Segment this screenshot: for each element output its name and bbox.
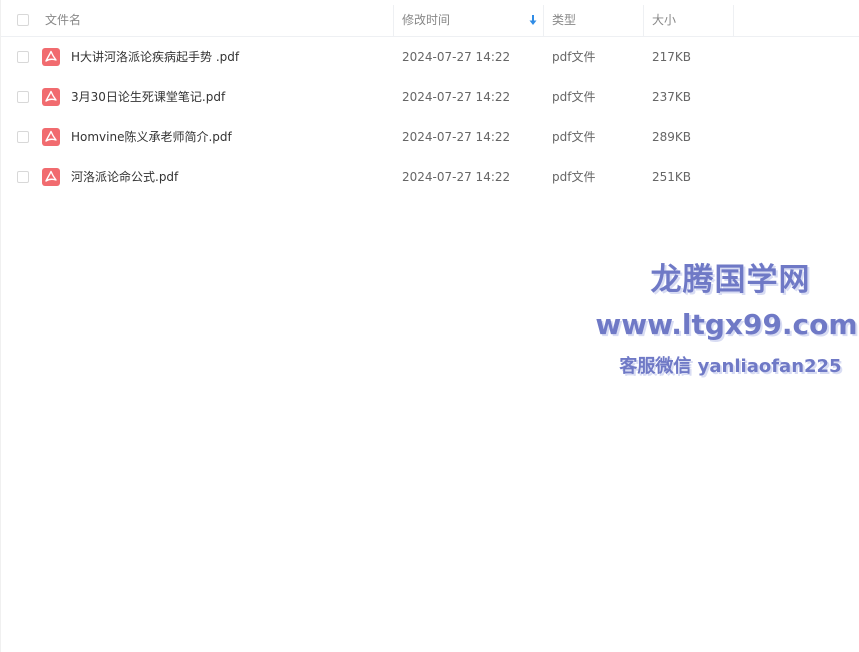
file-modified-time: 2024-07-27 14:22 — [402, 130, 511, 144]
pdf-file-icon — [42, 128, 60, 146]
column-divider[interactable] — [643, 5, 644, 36]
file-name[interactable]: Homvine陈义承老师简介.pdf — [71, 117, 232, 157]
row-checkbox[interactable] — [17, 131, 29, 143]
file-size: 251KB — [652, 170, 692, 184]
watermark-contact: 客服微信 yanliaofan225 — [619, 356, 842, 377]
file-type: pdf文件 — [552, 130, 596, 144]
table-row[interactable]: H大讲河洛派论疾病起手势 .pdf 2024-07-27 14:22 pdf文件… — [1, 37, 859, 77]
watermark-title: 龙腾国学网 — [650, 262, 811, 298]
file-size: 237KB — [652, 90, 692, 104]
table-header: 文件名 修改时间 类型 大小 — [1, 5, 859, 37]
column-divider[interactable] — [543, 5, 544, 36]
row-checkbox[interactable] — [17, 171, 29, 183]
table-row[interactable]: Homvine陈义承老师简介.pdf 2024-07-27 14:22 pdf文… — [1, 117, 859, 157]
file-name[interactable]: H大讲河洛派论疾病起手势 .pdf — [71, 37, 239, 77]
file-type: pdf文件 — [552, 90, 596, 104]
column-header-modified[interactable]: 修改时间 — [402, 5, 543, 36]
row-checkbox[interactable] — [17, 51, 29, 63]
table-row[interactable]: 河洛派论命公式.pdf 2024-07-27 14:22 pdf文件 251KB — [1, 157, 859, 197]
file-list-page: 文件名 修改时间 类型 大小 H大讲河洛派论疾病起手势 .pdf 2024-07… — [0, 0, 859, 652]
pdf-file-icon — [42, 168, 60, 186]
file-modified-time: 2024-07-27 14:22 — [402, 90, 511, 104]
row-checkbox[interactable] — [17, 91, 29, 103]
watermark: 龙腾国学网 www.ltgx99.com 客服微信 yanliaofan225 — [595, 255, 859, 389]
pdf-file-icon — [42, 88, 60, 106]
file-name[interactable]: 3月30日论生死课堂笔记.pdf — [71, 77, 225, 117]
file-type: pdf文件 — [552, 170, 596, 184]
column-divider[interactable] — [393, 5, 394, 36]
column-header-name[interactable]: 文件名 — [45, 5, 393, 36]
sort-down-arrow-icon[interactable] — [529, 14, 537, 26]
file-size: 289KB — [652, 130, 692, 144]
column-divider[interactable] — [733, 5, 734, 36]
select-all-checkbox[interactable] — [17, 14, 29, 26]
file-modified-time: 2024-07-27 14:22 — [402, 170, 511, 184]
file-modified-time: 2024-07-27 14:22 — [402, 50, 511, 64]
table-row[interactable]: 3月30日论生死课堂笔记.pdf 2024-07-27 14:22 pdf文件 … — [1, 77, 859, 117]
watermark-url: www.ltgx99.com — [595, 308, 858, 341]
column-header-size[interactable]: 大小 — [652, 5, 733, 36]
column-header-type[interactable]: 类型 — [552, 5, 643, 36]
pdf-file-icon — [42, 48, 60, 66]
file-type: pdf文件 — [552, 50, 596, 64]
file-size: 217KB — [652, 50, 692, 64]
file-name[interactable]: 河洛派论命公式.pdf — [71, 157, 178, 197]
